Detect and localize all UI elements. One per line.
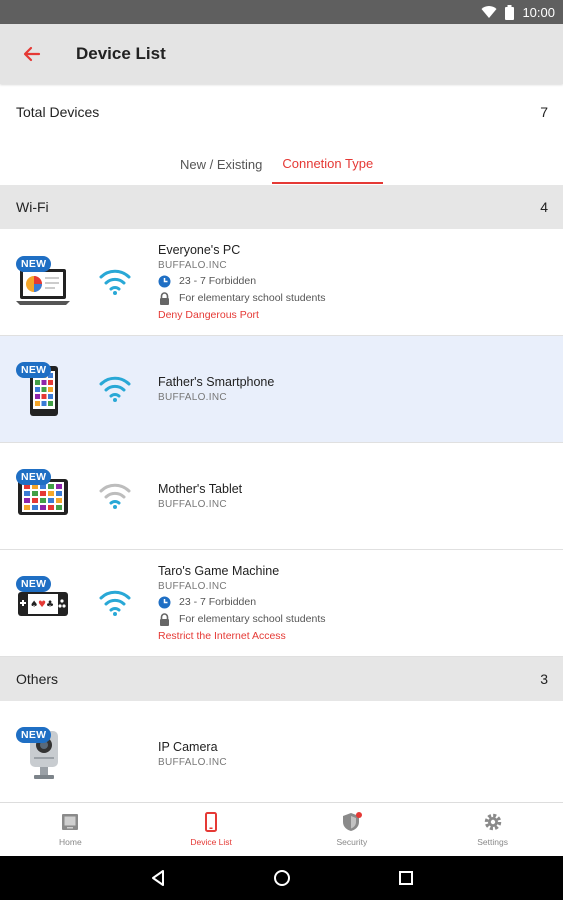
wifi-icon bbox=[99, 483, 131, 509]
tab-bar: New / Existing Connetion Type bbox=[170, 144, 384, 186]
device-icon bbox=[205, 812, 218, 832]
nav-home[interactable]: Home bbox=[0, 803, 141, 856]
schedule-line: 23 - 7 Forbidden bbox=[158, 594, 553, 611]
nav-settings[interactable]: Settings bbox=[422, 803, 563, 856]
svg-text:♣: ♣ bbox=[46, 600, 54, 610]
section-label: Wi-Fi bbox=[16, 199, 49, 215]
wifi-icon bbox=[99, 269, 131, 295]
gear-icon bbox=[484, 813, 501, 831]
wifi-icon bbox=[481, 5, 497, 19]
device-info: Everyone's PC BUFFALO.INC 23 - 7 Forbidd… bbox=[158, 243, 553, 323]
new-badge: NEW bbox=[16, 362, 52, 378]
device-vendor: BUFFALO.INC bbox=[158, 499, 227, 510]
clock-icon bbox=[158, 275, 171, 288]
device-name: Mother's Tablet bbox=[158, 482, 243, 496]
back-button[interactable] bbox=[0, 24, 64, 84]
lock-icon bbox=[160, 613, 169, 626]
app-bar: Device List bbox=[0, 24, 563, 84]
device-row[interactable]: NEW Mother's Tablet BUFFALO.INC bbox=[0, 443, 563, 550]
device-name: Taro's Game Machine bbox=[158, 564, 280, 578]
wifi-icon bbox=[99, 590, 131, 616]
filter-line: For elementary school students bbox=[158, 290, 553, 307]
nav-device-list[interactable]: Device List bbox=[141, 803, 282, 856]
schedule-line: 23 - 7 Forbidden bbox=[158, 273, 553, 290]
clock-icon bbox=[158, 596, 171, 609]
bottom-nav: Home Device List Security Settings bbox=[0, 802, 563, 856]
battery-icon bbox=[505, 4, 515, 20]
device-vendor: BUFFALO.INC bbox=[158, 260, 227, 271]
device-name: Father's Smartphone bbox=[158, 375, 275, 389]
nav-security[interactable]: Security bbox=[282, 803, 423, 856]
total-devices-label: Total Devices bbox=[16, 104, 100, 120]
section-header-others: Others 3 bbox=[0, 657, 563, 701]
svg-text:♥: ♥ bbox=[38, 600, 46, 610]
device-row[interactable]: NEW Father's Smartphone BUFFALO.INC bbox=[0, 336, 563, 443]
status-bar: 10:00 bbox=[0, 0, 563, 24]
square-recents-icon bbox=[398, 871, 413, 885]
device-row[interactable]: NEW ♠ ♥ ♣ Taro's Game Machine BUFFALO.IN… bbox=[0, 550, 563, 657]
device-row[interactable]: NEW Everyone's PC BUFFALO.INC 23 - 7 For… bbox=[0, 229, 563, 336]
system-recents-button[interactable] bbox=[394, 866, 418, 890]
device-info: IP Camera BUFFALO.INC bbox=[158, 740, 553, 770]
schedule-text: 23 - 7 Forbidden bbox=[179, 596, 257, 608]
total-devices-count: 7 bbox=[540, 104, 548, 120]
nav-label: Device List bbox=[190, 837, 232, 847]
circle-home-icon bbox=[273, 870, 290, 886]
nav-label: Settings bbox=[477, 837, 508, 847]
nav-label: Home bbox=[59, 837, 82, 847]
new-badge: NEW bbox=[16, 469, 52, 485]
warning-link[interactable]: Deny Dangerous Port bbox=[158, 307, 553, 323]
section-count: 4 bbox=[540, 199, 548, 215]
filter-text: For elementary school students bbox=[179, 613, 326, 625]
nav-label: Security bbox=[336, 837, 368, 847]
new-badge: NEW bbox=[16, 576, 52, 592]
device-info: Taro's Game Machine BUFFALO.INC 23 - 7 F… bbox=[158, 564, 553, 644]
page-title: Device List bbox=[76, 44, 166, 63]
device-info: Mother's Tablet BUFFALO.INC bbox=[158, 482, 553, 512]
triangle-back-icon bbox=[151, 870, 164, 886]
warning-link[interactable]: Restrict the Internet Access bbox=[158, 628, 553, 644]
device-row[interactable]: NEW IP Camera BUFFALO.INC bbox=[0, 701, 563, 802]
section-header-wifi: Wi-Fi 4 bbox=[0, 185, 563, 229]
arrow-left-icon bbox=[23, 46, 41, 62]
new-badge: NEW bbox=[16, 727, 52, 743]
device-name: Everyone's PC bbox=[158, 243, 241, 257]
section-label: Others bbox=[16, 671, 59, 687]
home-icon bbox=[62, 814, 79, 830]
svg-text:♠: ♠ bbox=[30, 600, 38, 610]
filter-text: For elementary school students bbox=[179, 292, 326, 304]
device-vendor: BUFFALO.INC bbox=[158, 392, 227, 403]
tab-connection-type[interactable]: Connetion Type bbox=[272, 144, 384, 184]
device-vendor: BUFFALO.INC bbox=[158, 581, 227, 592]
new-badge: NEW bbox=[16, 256, 52, 272]
status-time: 10:00 bbox=[522, 4, 555, 20]
system-home-button[interactable] bbox=[270, 866, 294, 890]
tab-new-existing[interactable]: New / Existing bbox=[170, 144, 272, 184]
filter-line: For elementary school students bbox=[158, 611, 553, 628]
device-info: Father's Smartphone BUFFALO.INC bbox=[158, 375, 553, 405]
section-count: 3 bbox=[540, 671, 548, 687]
wifi-icon bbox=[99, 376, 131, 402]
lock-icon bbox=[160, 292, 169, 305]
system-nav-bar bbox=[0, 856, 563, 900]
system-back-button[interactable] bbox=[146, 866, 170, 890]
total-devices-row: Total Devices 7 bbox=[0, 86, 563, 138]
device-name: IP Camera bbox=[158, 740, 218, 754]
device-vendor: BUFFALO.INC bbox=[158, 757, 227, 768]
shield-icon bbox=[342, 812, 362, 831]
schedule-text: 23 - 7 Forbidden bbox=[179, 275, 257, 287]
